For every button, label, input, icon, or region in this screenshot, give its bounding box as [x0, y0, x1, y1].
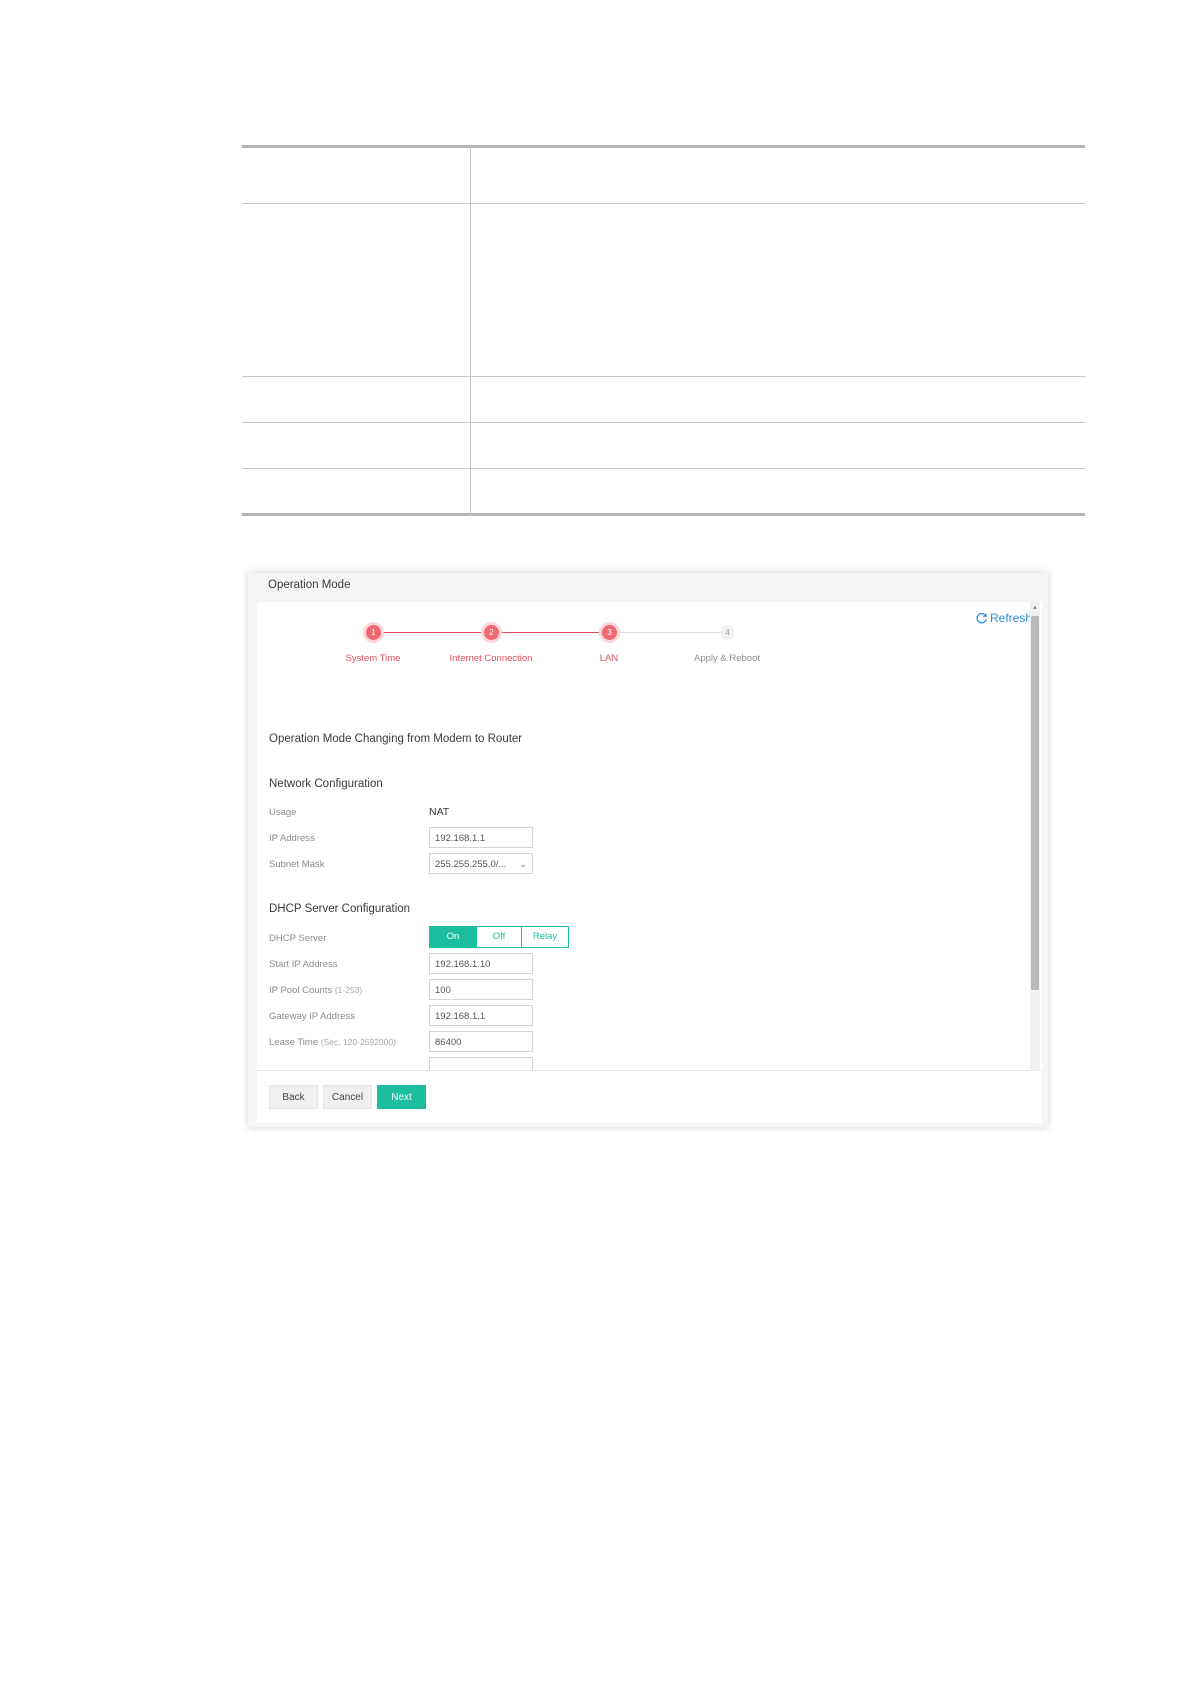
dhcp-config-heading: DHCP Server Configuration: [269, 903, 411, 915]
table-column-divider: [470, 145, 471, 516]
operation-mode-window: Operation Mode Refresh 1 2 3 4 System Ti…: [248, 573, 1048, 1127]
scroll-up-icon[interactable]: ▲: [1030, 602, 1040, 614]
wizard-body: Refresh 1 2 3 4 System Time Internet Con…: [257, 602, 1042, 1070]
gateway-ip-label: Gateway IP Address: [269, 1011, 355, 1022]
dhcp-server-label: DHCP Server: [269, 933, 327, 944]
lease-time-hint: (Sec, 120-2592000): [320, 1037, 396, 1047]
usage-value: NAT: [429, 806, 450, 818]
ip-address-input[interactable]: 192.168.1.1: [429, 827, 533, 848]
dhcp-relay-option[interactable]: Relay: [521, 926, 569, 948]
step-connector: [491, 632, 609, 633]
pool-count-input[interactable]: 100: [429, 979, 533, 1000]
mode-change-heading: Operation Mode Changing from Modem to Ro…: [269, 733, 523, 745]
step-connector: [609, 632, 727, 633]
step-3-indicator: 3: [602, 625, 617, 640]
cancel-button[interactable]: Cancel: [323, 1085, 372, 1109]
step-1-indicator: 1: [366, 625, 381, 640]
wizard-stepper: 1 2 3 4 System Time Internet Connection …: [257, 602, 1037, 682]
network-config-heading: Network Configuration: [269, 778, 383, 790]
parameter-table: [242, 145, 1085, 516]
step-1-label: System Time: [345, 653, 401, 664]
table-row-divider: [242, 422, 1085, 423]
lease-time-input[interactable]: 86400: [429, 1031, 533, 1052]
pool-count-hint: (1-253): [334, 985, 363, 995]
table-row-divider: [242, 203, 1085, 204]
table-row-divider: [242, 376, 1085, 377]
subnet-mask-value: 255.255.255.0/...: [435, 859, 507, 870]
step-3-label: LAN: [599, 653, 619, 664]
gateway-ip-input[interactable]: 192.168.1.1: [429, 1005, 533, 1026]
chevron-down-icon: ⌄: [519, 859, 527, 869]
step-connector: [373, 632, 491, 633]
lease-time-label-text: Lease Time: [269, 1037, 319, 1048]
pool-count-label-text: IP Pool Counts: [269, 985, 333, 996]
dhcp-off-option[interactable]: Off: [476, 926, 522, 948]
start-ip-input[interactable]: 192.168.1.10: [429, 953, 533, 974]
window-title: Operation Mode: [268, 579, 351, 591]
ip-address-label: IP Address: [269, 833, 315, 844]
pool-count-label: IP Pool Counts (1-253): [269, 985, 362, 996]
usage-label: Usage: [269, 807, 297, 818]
start-ip-label: Start IP Address: [269, 959, 338, 970]
dhcp-on-option[interactable]: On: [429, 926, 477, 948]
wizard-footer: Back Cancel Next: [257, 1070, 1042, 1123]
table-top-rule: [242, 145, 1085, 148]
next-field-input[interactable]: [429, 1057, 533, 1070]
lease-time-label: Lease Time (Sec, 120-2592000): [269, 1037, 396, 1048]
table-row-divider: [242, 468, 1085, 469]
step-2-indicator: 2: [484, 625, 499, 640]
next-button[interactable]: Next: [377, 1085, 426, 1109]
subnet-mask-label: Subnet Mask: [269, 859, 325, 870]
table-bottom-rule: [242, 513, 1085, 516]
back-button[interactable]: Back: [269, 1085, 318, 1109]
step-2-label: Internet Connection: [449, 653, 533, 664]
scroll-thumb[interactable]: [1031, 616, 1039, 990]
vertical-scrollbar[interactable]: ▲: [1030, 602, 1040, 1070]
step-4-label: Apply & Reboot: [693, 653, 760, 664]
step-4-indicator: 4: [720, 625, 735, 640]
subnet-mask-select[interactable]: 255.255.255.0/... ⌄: [429, 853, 533, 874]
